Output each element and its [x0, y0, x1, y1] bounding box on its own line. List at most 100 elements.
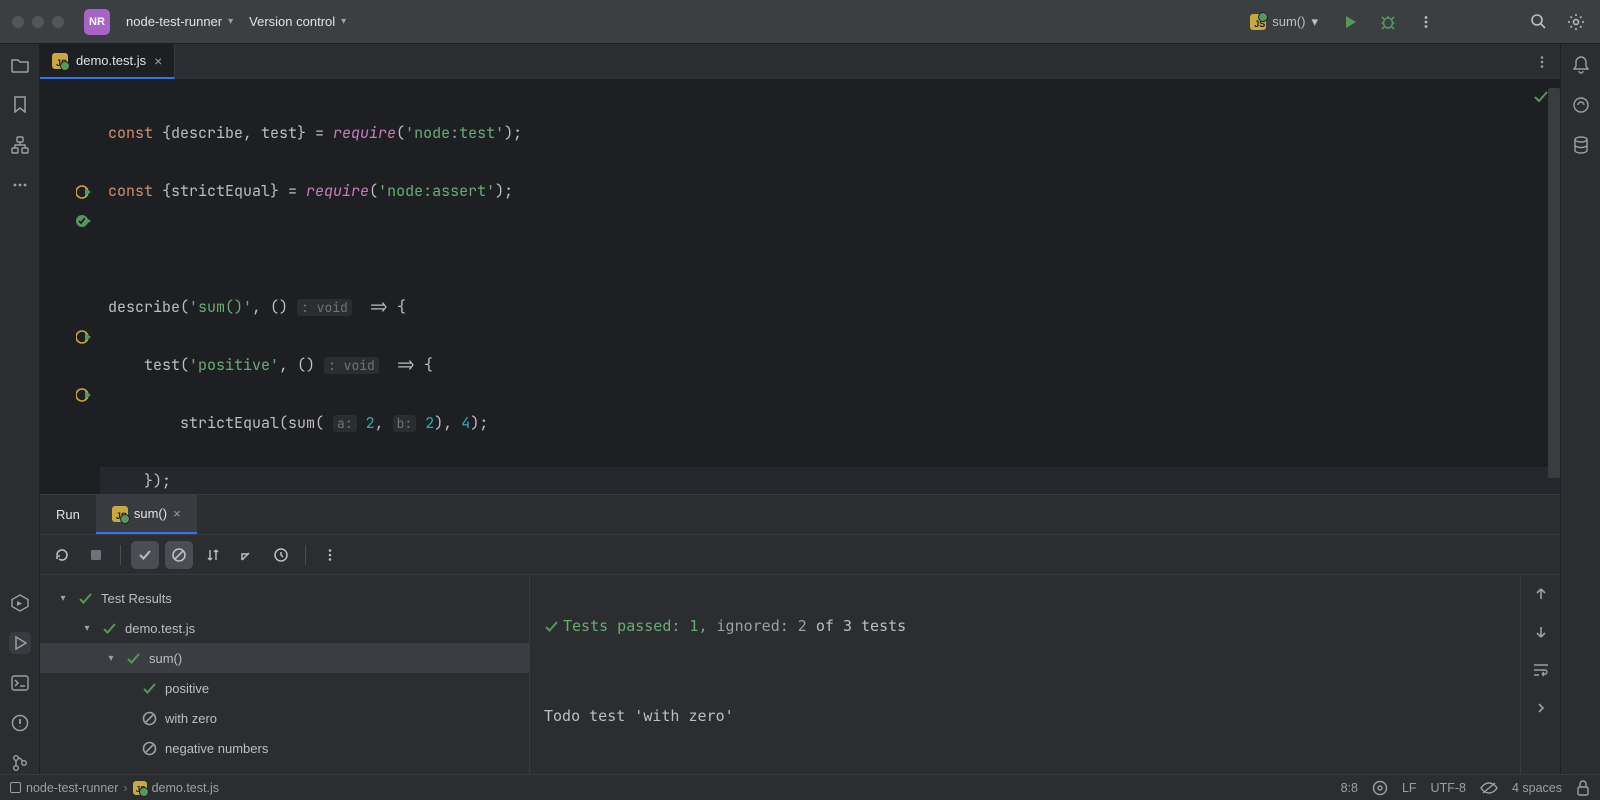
run-panel-config-tab[interactable]: JS sum() × — [96, 495, 197, 534]
debug-button[interactable] — [1376, 10, 1400, 34]
passed-icon — [78, 591, 93, 606]
more-tools-icon[interactable] — [9, 174, 31, 196]
tree-suite[interactable]: ▾ sum() — [40, 643, 529, 673]
code-area[interactable]: const {describe, test} = require('node:t… — [100, 80, 1560, 494]
window-controls[interactable] — [12, 16, 64, 28]
file-encoding[interactable]: UTF-8 — [1431, 781, 1466, 795]
services-tool-icon[interactable] — [9, 592, 31, 614]
module-icon — [10, 782, 21, 793]
breadcrumb-file: demo.test.js — [152, 781, 219, 795]
run-config-selector[interactable]: JS sum() ▾ — [1244, 10, 1324, 34]
js-file-icon: JS — [133, 781, 147, 795]
zoom-window-icon[interactable] — [52, 16, 64, 28]
bookmarks-tool-icon[interactable] — [9, 94, 31, 116]
passed-icon — [126, 651, 141, 666]
database-icon[interactable] — [1570, 134, 1592, 156]
project-tool-icon[interactable] — [9, 54, 31, 76]
tree-root[interactable]: ▾ Test Results — [40, 583, 529, 613]
tab-demo-test-js[interactable]: JS demo.test.js × — [40, 44, 175, 79]
settings-button[interactable] — [1564, 10, 1588, 34]
tree-test[interactable]: negative numbers — [40, 733, 529, 763]
run-button[interactable] — [1338, 10, 1362, 34]
vcs-label: Version control — [249, 14, 335, 29]
more-menu[interactable] — [1414, 10, 1438, 34]
editor-scrollbar[interactable] — [1548, 88, 1560, 478]
run-panel: Run JS sum() × — [40, 494, 1560, 774]
test-tree[interactable]: ▾ Test Results ▾ demo.test.js ▾ sum() — [40, 575, 530, 774]
gutter-run-icon[interactable] — [76, 213, 92, 229]
notifications-icon[interactable] — [1570, 54, 1592, 76]
tree-label: Test Results — [101, 591, 172, 606]
minimize-window-icon[interactable] — [32, 16, 44, 28]
history-button[interactable] — [267, 541, 295, 569]
search-button[interactable] — [1526, 10, 1550, 34]
ai-assistant-icon[interactable] — [1570, 94, 1592, 116]
passed-icon — [102, 621, 117, 636]
tab-label: demo.test.js — [76, 53, 146, 68]
soft-wrap-icon[interactable] — [1530, 659, 1552, 681]
run-config-icon: JS — [112, 506, 128, 522]
code-editor[interactable]: const {describe, test} = require('node:t… — [40, 80, 1560, 494]
close-window-icon[interactable] — [12, 16, 24, 28]
gutter-run-icon[interactable] — [76, 329, 92, 345]
structure-tool-icon[interactable] — [9, 134, 31, 156]
chevron-down-icon[interactable]: ▾ — [56, 593, 70, 604]
cursor-position[interactable]: 8:8 — [1341, 781, 1358, 795]
run-config-icon: JS — [1250, 14, 1266, 30]
scroll-up-icon[interactable] — [1530, 583, 1552, 605]
right-tool-strip — [1560, 44, 1600, 774]
encoding-indicator-icon[interactable] — [1372, 780, 1388, 796]
expand-right-icon[interactable] — [1530, 697, 1552, 719]
breadcrumb-project: node-test-runner — [26, 781, 118, 795]
more-button[interactable] — [316, 541, 344, 569]
close-tab-icon[interactable]: × — [154, 53, 162, 69]
chevron-down-icon[interactable]: ▾ — [104, 653, 118, 664]
show-passed-toggle[interactable] — [131, 541, 159, 569]
tree-file[interactable]: ▾ demo.test.js — [40, 613, 529, 643]
gutter-run-icon[interactable] — [76, 387, 92, 403]
close-icon[interactable]: × — [173, 506, 181, 521]
summary-passed: Tests passed: 1, — [563, 617, 708, 635]
vcs-menu[interactable]: Version control ▾ — [241, 10, 354, 33]
stop-button[interactable] — [82, 541, 110, 569]
left-tool-strip — [0, 44, 40, 774]
chevron-right-icon: › — [123, 781, 127, 795]
problems-tool-icon[interactable] — [9, 712, 31, 734]
tree-test[interactable]: with zero — [40, 703, 529, 733]
gutter-run-icon[interactable] — [76, 184, 92, 200]
readonly-icon[interactable] — [1480, 781, 1498, 795]
editor-gutter — [40, 80, 100, 494]
editor-tabs: JS demo.test.js × — [40, 44, 1560, 80]
sort-button[interactable] — [199, 541, 227, 569]
chevron-down-icon: ▾ — [228, 16, 233, 27]
terminal-tool-icon[interactable] — [9, 672, 31, 694]
line-separator[interactable]: LF — [1402, 781, 1417, 795]
indent-setting[interactable]: 4 spaces — [1512, 781, 1562, 795]
tree-label: positive — [165, 681, 209, 696]
titlebar: NR node-test-runner ▾ Version control ▾ … — [0, 0, 1600, 44]
run-panel-tabs: Run JS sum() × — [40, 495, 1560, 535]
console-side-toolbar — [1520, 575, 1560, 774]
project-icon: NR — [84, 9, 110, 35]
breadcrumb[interactable]: node-test-runner › JS demo.test.js — [10, 781, 219, 795]
tree-label: negative numbers — [165, 741, 268, 756]
js-file-icon: JS — [52, 53, 68, 69]
console-output[interactable]: Tests passed: 1, ignored: 2 of 3 tests T… — [530, 575, 1520, 774]
run-toolbar — [40, 535, 1560, 575]
chevron-down-icon[interactable]: ▾ — [80, 623, 94, 634]
lock-icon[interactable] — [1576, 780, 1590, 796]
expand-button[interactable] — [233, 541, 261, 569]
show-ignored-toggle[interactable] — [165, 541, 193, 569]
project-name: node-test-runner — [126, 14, 222, 29]
run-tool-icon[interactable] — [9, 632, 31, 654]
scroll-down-icon[interactable] — [1530, 621, 1552, 643]
tree-label: sum() — [149, 651, 182, 666]
passed-icon — [142, 681, 157, 696]
rerun-button[interactable] — [48, 541, 76, 569]
tree-test[interactable]: positive — [40, 673, 529, 703]
git-tool-icon[interactable] — [9, 752, 31, 774]
tabs-more-icon[interactable] — [1524, 44, 1560, 79]
project-selector[interactable]: node-test-runner ▾ — [118, 10, 241, 33]
chevron-down-icon: ▾ — [341, 16, 346, 27]
summary-ignored: ignored: 2 — [708, 617, 807, 635]
